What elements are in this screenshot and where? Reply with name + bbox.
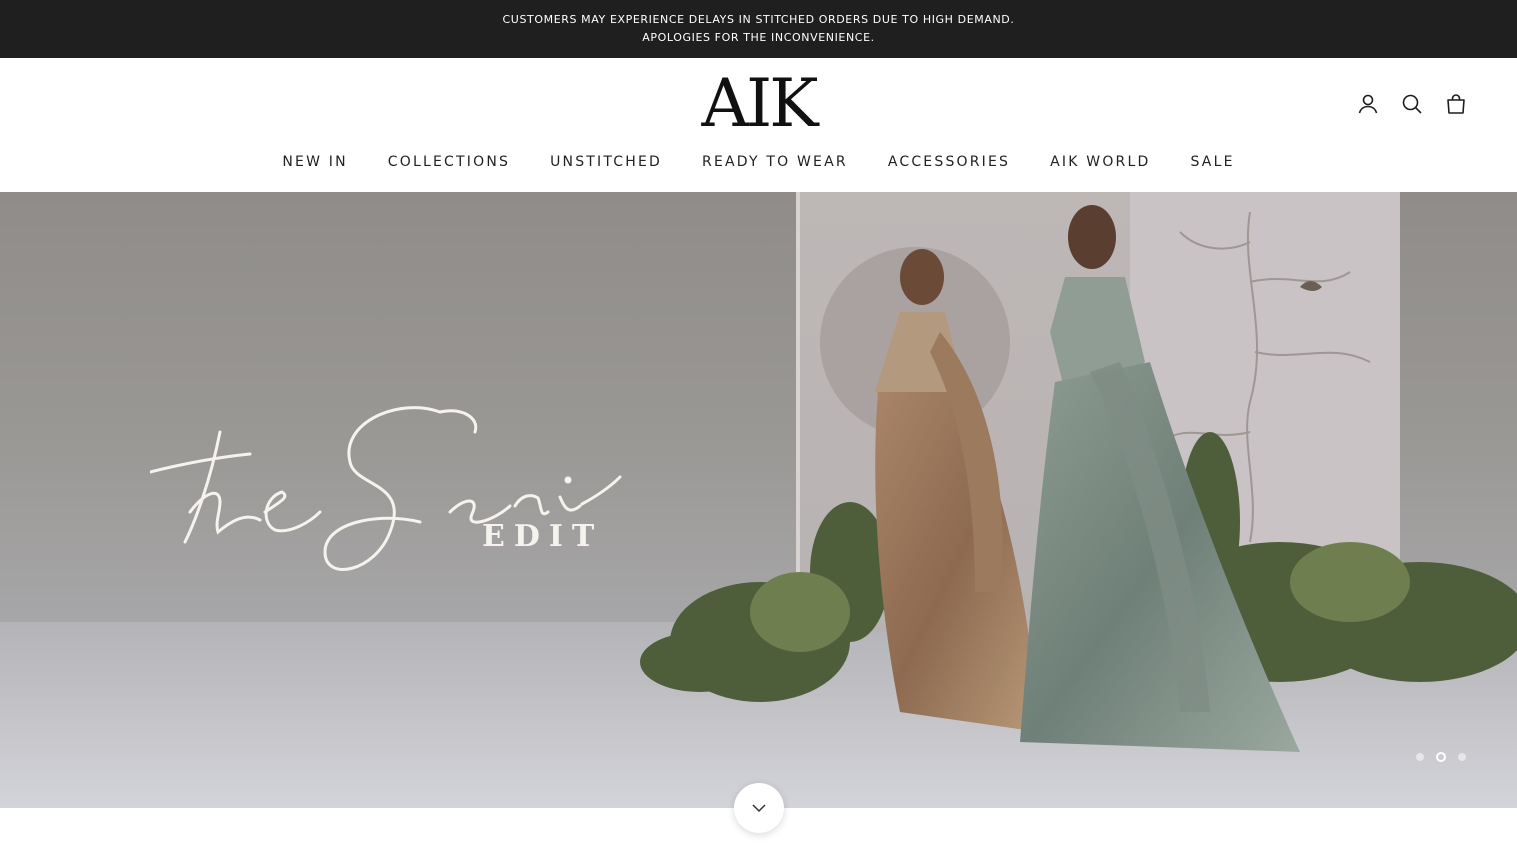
- slide-dot-3[interactable]: [1458, 753, 1466, 761]
- site-header: AIK NEW IN COLLECTIONS UNSTITCHED READY …: [0, 58, 1517, 192]
- slide-dot-1[interactable]: [1416, 753, 1424, 761]
- nav-item-unstitched[interactable]: UNSTITCHED: [550, 153, 662, 171]
- slide-dot-2[interactable]: [1436, 752, 1446, 762]
- search-icon[interactable]: [1399, 91, 1425, 117]
- main-nav: NEW IN COLLECTIONS UNSTITCHED READY TO W…: [0, 153, 1517, 171]
- nav-item-ready-to-wear[interactable]: READY TO WEAR: [702, 153, 848, 171]
- scroll-down-button[interactable]: [734, 783, 784, 833]
- hero-banner[interactable]: EDIT: [0, 192, 1517, 808]
- announcement-line-2: APOLOGIES FOR THE INCONVENIENCE.: [642, 31, 875, 44]
- chevron-down-icon: [752, 804, 766, 813]
- announcement-line-1: CUSTOMERS MAY EXPERIENCE DELAYS IN STITC…: [502, 13, 1015, 26]
- brand-logo[interactable]: AIK: [0, 68, 1517, 140]
- hero-edit-text: EDIT: [482, 519, 604, 554]
- announcement-bar: CUSTOMERS MAY EXPERIENCE DELAYS IN STITC…: [0, 0, 1517, 58]
- account-icon[interactable]: [1355, 91, 1381, 117]
- slider-dots: [1416, 752, 1466, 762]
- nav-item-sale[interactable]: SALE: [1190, 153, 1234, 171]
- header-icons: [1355, 91, 1469, 117]
- nav-item-accessories[interactable]: ACCESSORIES: [888, 153, 1010, 171]
- cart-bag-icon[interactable]: [1443, 91, 1469, 117]
- nav-item-new-in[interactable]: NEW IN: [282, 153, 347, 171]
- nav-item-aik-world[interactable]: AIK WORLD: [1050, 153, 1150, 171]
- nav-item-collections[interactable]: COLLECTIONS: [388, 153, 510, 171]
- the-sari-script-title: [150, 406, 622, 571]
